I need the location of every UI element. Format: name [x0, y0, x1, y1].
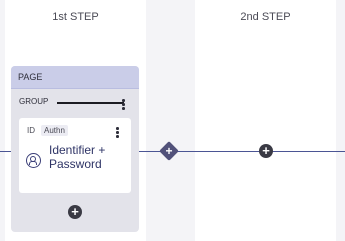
group-label: GROUP — [19, 97, 49, 106]
group-underline — [57, 102, 124, 104]
authenticator-card[interactable]: ID Authn Identifier + Password — [19, 118, 131, 193]
add-authenticator-button[interactable]: + — [68, 205, 82, 219]
user-password-icon — [26, 153, 41, 168]
add-page-button[interactable]: + — [259, 144, 273, 158]
step-title: 1st STEP — [52, 11, 99, 23]
add-step-button[interactable]: + — [162, 144, 176, 158]
group-more-icon[interactable] — [122, 99, 125, 110]
step-column-2: 2nd STEP — [195, 0, 336, 241]
step-title: 2nd STEP — [240, 11, 291, 23]
authenticator-more-icon[interactable] — [116, 127, 119, 138]
page-card[interactable]: PAGE GROUP ID Authn Identifier + Passwor… — [11, 66, 139, 232]
authn-badge: Authn — [41, 125, 68, 136]
page-label: PAGE — [11, 66, 139, 89]
authenticator-name: Identifier + Password — [49, 143, 106, 171]
id-label: ID — [27, 126, 35, 135]
